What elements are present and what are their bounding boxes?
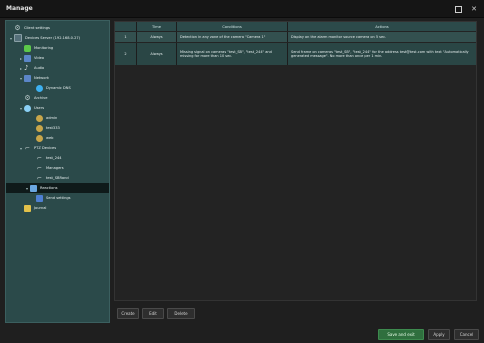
delete-button[interactable]: Delete — [167, 308, 195, 319]
row-conditions: Detection in any zone of the camera "Cam… — [177, 32, 288, 42]
maximize-icon[interactable] — [455, 5, 463, 13]
tree-item-archive[interactable]: ⚙ Archive — [18, 93, 47, 103]
row-actions: Send frame on cameras "test_SB", "test_2… — [291, 49, 469, 58]
tree-item-video[interactable]: ▸ Video — [18, 53, 44, 63]
tree-item-ptz-test244[interactable]: ⌐ test_244 — [30, 153, 62, 163]
tree-item-devices-server[interactable]: ▾ Devices Server (192.168.0.27) — [8, 33, 80, 43]
reactions-icon — [30, 184, 37, 192]
tree-item-monitoring[interactable]: Monitoring — [18, 43, 53, 53]
row-number: 1 — [115, 32, 137, 42]
row-time: Always — [137, 43, 177, 65]
window-title: Manage — [6, 5, 33, 12]
camera-icon: ⌐ — [36, 174, 43, 182]
row-number: 2 — [115, 43, 137, 65]
tree-item-user-admin[interactable]: admin — [30, 113, 57, 123]
table-header: Time Conditions Actions — [115, 22, 476, 31]
tree-item-ptz-test-sbrand[interactable]: ⌐ test_SBRand — [30, 173, 69, 183]
archive-icon: ⚙ — [24, 93, 31, 102]
globe-icon — [36, 84, 43, 92]
reactions-table: Time Conditions Actions 1 Always Detecti… — [114, 21, 477, 301]
journal-icon — [24, 204, 31, 212]
column-header-number[interactable] — [115, 22, 137, 31]
column-header-conditions[interactable]: Conditions — [177, 22, 288, 31]
server-icon — [14, 34, 22, 42]
row-time: Always — [137, 32, 177, 42]
column-header-actions[interactable]: Actions — [288, 22, 476, 31]
user-icon — [36, 124, 43, 132]
close-icon[interactable]: ✕ — [470, 5, 478, 13]
user-icon — [36, 134, 43, 142]
tree-item-ptz-devices[interactable]: ▾ ⌐ PTZ Devices — [18, 143, 56, 153]
send-settings-icon — [36, 194, 43, 202]
window-controls: ✕ — [455, 5, 478, 13]
row-actions: Display on the alarm monitor source came… — [291, 34, 387, 39]
ptz-icon: ⌐ — [24, 144, 31, 152]
edit-button[interactable]: Edit — [142, 308, 164, 319]
tree-item-reactions[interactable]: ▾ Reactions — [6, 183, 109, 193]
gear-icon: ⚙ — [14, 23, 21, 32]
create-button[interactable]: Create — [117, 308, 139, 319]
monitoring-icon — [24, 44, 31, 52]
audio-icon: ♪ — [24, 63, 29, 72]
tree-item-send-settings[interactable]: Send settings — [30, 193, 71, 203]
table-row[interactable]: 2 Always Missing signal on cameras "test… — [115, 43, 476, 65]
camera-icon: ⌐ — [36, 154, 43, 162]
row-conditions: Missing signal on cameras "test_SB", "te… — [177, 43, 288, 65]
tree-item-journal[interactable]: Journal — [18, 203, 46, 213]
tree-item-dynamic-dns[interactable]: Dynamic DNS — [30, 83, 71, 93]
tree-item-ptz-managers[interactable]: ⌐ Managers — [30, 163, 64, 173]
column-header-time[interactable]: Time — [137, 22, 177, 31]
title-bar: Manage ✕ — [0, 0, 484, 18]
settings-tree: ⚙ Client settings ▾ Devices Server (192.… — [5, 20, 110, 323]
save-and-exit-button[interactable]: Save and exit — [378, 329, 424, 340]
cancel-button[interactable]: Cancel — [454, 329, 479, 340]
table-row[interactable]: 1 Always Detection in any zone of the ca… — [115, 32, 476, 42]
tree-item-audio[interactable]: ▸ ♪ Audio — [18, 63, 44, 73]
camera-icon: ⌐ — [36, 164, 43, 172]
users-icon — [24, 104, 31, 112]
tree-item-network[interactable]: ▾ Network — [18, 73, 49, 83]
video-icon — [24, 54, 31, 62]
apply-button[interactable]: Apply — [428, 329, 450, 340]
user-icon — [36, 114, 43, 122]
tree-item-users[interactable]: ▾ Users — [18, 103, 44, 113]
tree-item-user-test333[interactable]: test333 — [30, 123, 60, 133]
network-icon — [24, 74, 31, 82]
tree-item-user-web[interactable]: web — [30, 133, 53, 143]
tree-item-client-settings[interactable]: ⚙ Client settings — [8, 23, 50, 33]
